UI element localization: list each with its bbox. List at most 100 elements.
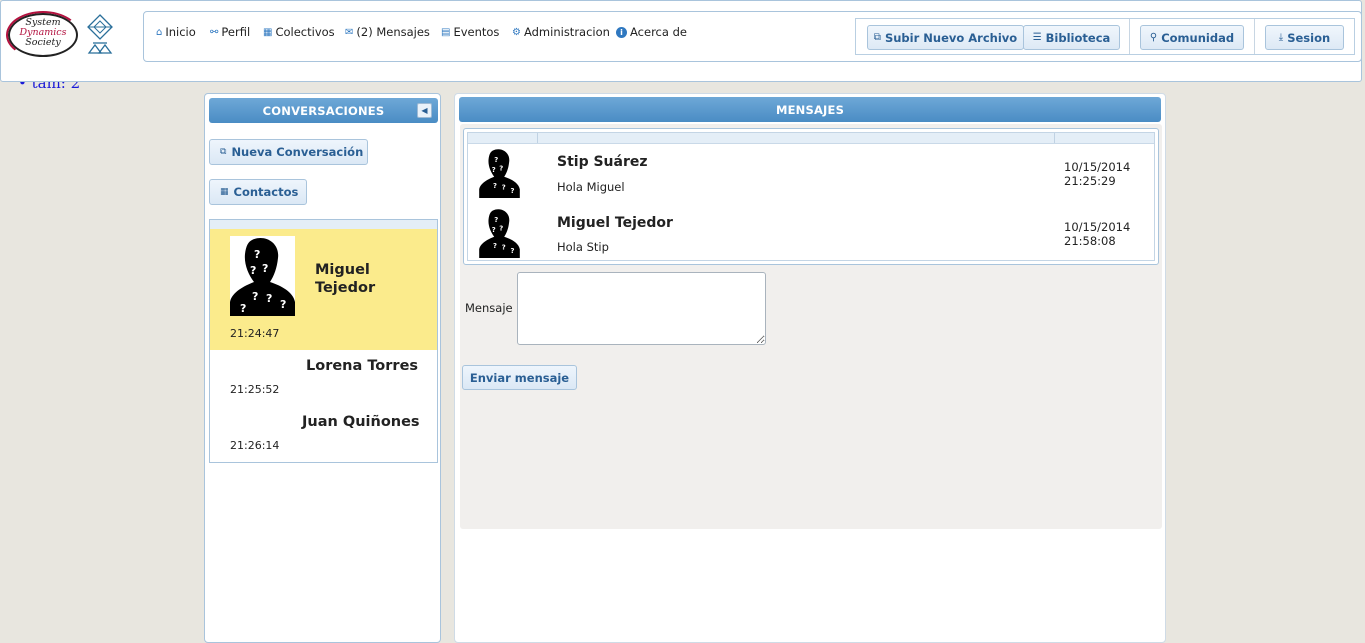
info-icon: i: [616, 26, 627, 38]
table-header: [468, 133, 1154, 144]
svg-text:?: ?: [280, 298, 286, 311]
conversation-name: Lorena Torres: [306, 358, 419, 374]
svg-text:?: ?: [254, 248, 260, 261]
svg-text:?: ?: [262, 262, 268, 275]
menu-item-eventos[interactable]: ▤ Eventos: [441, 25, 499, 39]
menu-item-perfil[interactable]: ⚯ Perfil: [210, 25, 250, 39]
svg-text:?: ?: [499, 165, 503, 173]
svg-text:?: ?: [252, 290, 258, 303]
messages-header: MENSAJES: [459, 97, 1161, 122]
contacts-icon: ▦: [220, 187, 229, 197]
name-line: Tejedor: [315, 280, 376, 296]
collapse-panel-button[interactable]: ◀: [417, 103, 432, 118]
conversation-time: 21:26:14: [230, 439, 280, 452]
messages-area: ??? ??? Stip Suárez Hola Miguel 10/15/20…: [460, 124, 1162, 529]
svg-text:?: ?: [510, 187, 514, 195]
button-label: Subir Nuevo Archivo: [884, 30, 1018, 45]
top-bar: System Dynamics Society ⌂ Inicio ⚯ Perfil …: [0, 0, 1362, 82]
network-logo-icon: [87, 14, 113, 54]
system-dynamics-society-logo[interactable]: System Dynamics Society: [6, 11, 80, 59]
conversations-panel: CONVERSACIONES ◀ ⧉ Nueva Conversación ▦ …: [204, 93, 441, 643]
calendar-icon: ▤: [441, 26, 451, 38]
svg-text:?: ?: [499, 225, 503, 233]
search-icon: ⚲: [1149, 32, 1158, 43]
send-message-button[interactable]: Enviar mensaje: [462, 365, 577, 390]
menu-label: Inicio: [165, 25, 196, 39]
svg-text:?: ?: [250, 264, 256, 277]
button-label: Contactos: [233, 185, 299, 199]
message-date: 10/15/2014 21:58:08: [1064, 220, 1130, 248]
toolbar-button-group: ⧉ Subir Nuevo Archivo ☰ Biblioteca ⚲ Comuni…: [855, 18, 1355, 55]
conversation-name: Juan Quiñones: [302, 414, 420, 430]
menu-item-mensajes[interactable]: ✉ (2) Mensajes: [345, 25, 430, 39]
user-icon: ⚯: [210, 26, 219, 38]
menu-label: Eventos: [453, 25, 500, 39]
conversations-header: CONVERSACIONES ◀: [209, 98, 438, 123]
avatar-unknown-icon: ??? ???: [479, 149, 520, 198]
svg-text:?: ?: [510, 247, 514, 255]
contacts-button[interactable]: ▦ Contactos: [209, 179, 307, 205]
new-conversation-button[interactable]: ⧉ Nueva Conversación: [209, 139, 368, 165]
conversation-list: ??? ???? Miguel Tejedor 21:24:47 Lorena …: [209, 219, 438, 463]
svg-text:?: ?: [492, 166, 496, 174]
name-line: Miguel: [315, 262, 370, 278]
message-row[interactable]: ??? ??? Stip Suárez Hola Miguel 10/15/20…: [468, 144, 1154, 202]
svg-text:?: ?: [266, 292, 272, 305]
time-line: 21:58:08: [1064, 234, 1116, 248]
button-label: Nueva Conversación: [231, 145, 364, 159]
conversation-item[interactable]: Juan Quiñones 21:26:14: [210, 406, 437, 456]
message-sender: Miguel Tejedor: [557, 215, 673, 231]
button-label: Biblioteca: [1045, 30, 1111, 45]
conversation-time: 21:25:52: [230, 383, 280, 396]
menu-item-inicio[interactable]: ⌂ Inicio: [156, 25, 196, 39]
home-icon: ⌂: [156, 26, 163, 38]
svg-text:?: ?: [502, 183, 506, 191]
svg-text:?: ?: [494, 156, 498, 164]
avatar-unknown-icon: ??? ????: [230, 236, 295, 316]
svg-text:?: ?: [493, 242, 497, 250]
message-input[interactable]: [517, 272, 766, 345]
menu-item-acerca-de[interactable]: i Acerca de: [616, 25, 687, 39]
conversation-item[interactable]: Lorena Torres 21:25:52: [210, 351, 437, 401]
upload-file-button[interactable]: ⧉ Subir Nuevo Archivo: [867, 25, 1024, 50]
messages-title: MENSAJES: [775, 102, 845, 117]
button-label: Comunidad: [1161, 30, 1235, 45]
message-row[interactable]: ??? ??? Miguel Tejedor Hola Stip 10/15/2…: [468, 204, 1154, 262]
library-button[interactable]: ☰ Biblioteca: [1023, 25, 1120, 50]
messages-panel: MENSAJES ??? ??? Stip Suárez Hola Miguel…: [454, 93, 1166, 643]
svg-text:?: ?: [493, 182, 497, 190]
community-button[interactable]: ⚲ Comunidad: [1140, 25, 1244, 50]
button-label: Sesion: [1287, 30, 1331, 45]
message-text: Hola Stip: [557, 240, 609, 254]
conversations-title: CONVERSACIONES: [262, 103, 385, 118]
main-menu: ⌂ Inicio ⚯ Perfil ▦ Colectivos ✉ (2) Mensaje…: [143, 11, 1362, 62]
triangle-left-icon: ◀: [421, 106, 428, 115]
session-button[interactable]: ⤓ Sesion: [1265, 25, 1344, 50]
menu-label: Acerca de: [630, 25, 687, 39]
menu-label: (2) Mensajes: [356, 25, 430, 39]
new-window-icon: ⧉: [220, 147, 227, 157]
gear-icon: ⚙: [512, 26, 521, 38]
svg-text:?: ?: [492, 226, 496, 234]
message-sender: Stip Suárez: [557, 154, 648, 170]
conversation-item-active[interactable]: ??? ???? Miguel Tejedor 21:24:47: [210, 229, 437, 350]
new-window-icon: ⧉: [873, 32, 881, 43]
messages-table: ??? ??? Stip Suárez Hola Miguel 10/15/20…: [463, 128, 1159, 265]
menu-label: Administracion: [523, 25, 610, 39]
menu-item-administracion[interactable]: ⚙ Administracion: [512, 25, 610, 39]
menu-item-colectivos[interactable]: ▦ Colectivos: [263, 25, 335, 39]
message-text: Hola Miguel: [557, 180, 625, 194]
library-icon: ☰: [1032, 32, 1042, 43]
mail-icon: ✉: [345, 26, 354, 38]
svg-text:?: ?: [502, 243, 506, 251]
download-icon: ⤓: [1278, 32, 1284, 43]
avatar-unknown-icon: ??? ???: [479, 209, 520, 258]
menu-label: Perfil: [221, 25, 251, 39]
menu-label: Colectivos: [275, 25, 335, 39]
message-input-label: Mensaje: [465, 301, 513, 315]
date-line: 10/15/2014: [1064, 220, 1131, 234]
svg-text:?: ?: [240, 302, 246, 315]
message-date: 10/15/2014 21:25:29: [1064, 160, 1130, 188]
conversation-name: Miguel Tejedor: [315, 261, 375, 297]
svg-text:?: ?: [494, 216, 498, 224]
